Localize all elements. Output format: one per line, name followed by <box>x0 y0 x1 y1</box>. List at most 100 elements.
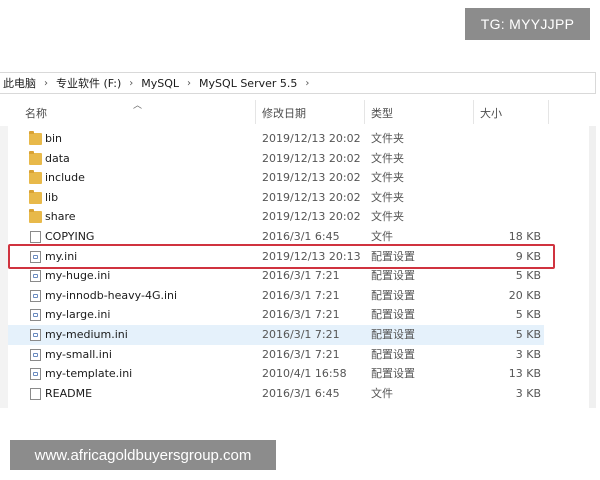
file-size: 3 KB <box>515 386 541 400</box>
column-divider[interactable] <box>364 100 365 124</box>
file-size: 13 KB <box>508 367 541 381</box>
file-row[interactable]: my-large.ini 2016/3/1 7:21 配置设置 5 KB <box>8 305 544 325</box>
file-date: 2010/4/1 16:58 <box>262 367 347 381</box>
file-type: 配置设置 <box>371 347 415 361</box>
file-icon <box>30 230 41 243</box>
ini-file-icon <box>30 270 41 283</box>
file-row[interactable]: my-small.ini 2016/3/1 7:21 配置设置 3 KB <box>8 345 544 365</box>
column-header-name[interactable]: 名称 <box>25 105 47 121</box>
file-name: my-template.ini <box>45 367 133 381</box>
file-type: 文件夹 <box>371 132 404 145</box>
breadcrumb-separator: › <box>44 77 48 89</box>
breadcrumb-this-pc[interactable]: 此电脑 <box>0 75 39 91</box>
file-row[interactable]: README 2016/3/1 6:45 文件 3 KB <box>8 384 544 404</box>
file-row[interactable]: COPYING 2016/3/1 6:45 文件 18 KB <box>8 227 544 247</box>
file-name: lib <box>45 190 59 204</box>
breadcrumb-separator: › <box>305 77 310 89</box>
file-date: 2016/3/1 7:21 <box>262 327 340 341</box>
file-size: 9 KB <box>515 249 541 263</box>
file-size: 3 KB <box>515 347 541 361</box>
file-size: 20 KB <box>508 288 541 302</box>
file-row[interactable]: my.ini 2019/12/13 20:13 配置设置 9 KB <box>8 247 544 267</box>
file-name: COPYING <box>45 229 95 243</box>
file-name: my-medium.ini <box>45 327 128 341</box>
file-size: 18 KB <box>508 229 541 243</box>
column-divider[interactable] <box>255 100 256 124</box>
file-type: 配置设置 <box>371 249 415 263</box>
file-name: my-innodb-heavy-4G.ini <box>45 288 178 302</box>
file-date: 2016/3/1 7:21 <box>262 288 340 302</box>
ini-file-icon <box>30 289 41 302</box>
file-date: 2019/12/13 20:02 <box>262 190 361 204</box>
file-type: 配置设置 <box>371 288 415 302</box>
file-row[interactable]: share 2019/12/13 20:02 文件夹 <box>8 207 544 227</box>
ini-file-icon <box>30 368 41 381</box>
file-name: my-large.ini <box>45 308 111 322</box>
file-row[interactable]: my-huge.ini 2016/3/1 7:21 配置设置 5 KB <box>8 266 544 286</box>
file-row[interactable]: lib 2019/12/13 20:02 文件夹 <box>8 188 544 208</box>
ini-file-icon <box>30 309 41 322</box>
file-name: README <box>45 386 93 400</box>
file-date: 2016/3/1 6:45 <box>262 386 340 400</box>
file-name: share <box>45 210 76 224</box>
file-date: 2016/3/1 7:21 <box>262 347 340 361</box>
file-size: 5 KB <box>515 327 541 341</box>
watermark-top: TG: MYYJJPP <box>465 8 590 40</box>
folder-icon <box>29 170 42 185</box>
file-name: bin <box>45 132 63 145</box>
file-date: 2019/12/13 20:02 <box>262 132 361 145</box>
file-row[interactable]: my-medium.ini 2016/3/1 7:21 配置设置 5 KB <box>8 324 544 345</box>
file-type: 文件夹 <box>371 151 404 165</box>
column-divider[interactable] <box>548 100 549 124</box>
folder-icon <box>29 150 42 165</box>
file-type: 文件 <box>371 229 393 243</box>
file-row[interactable]: data 2019/12/13 20:02 文件夹 <box>8 149 544 169</box>
file-type: 文件夹 <box>371 171 404 185</box>
file-icon <box>30 387 41 400</box>
file-name: data <box>45 151 70 165</box>
file-row[interactable]: bin 2019/12/13 20:02 文件夹 <box>8 129 544 149</box>
file-size: 5 KB <box>515 269 541 283</box>
ini-file-icon <box>30 250 41 263</box>
folder-icon <box>29 189 42 204</box>
breadcrumb-mysql[interactable]: MySQL <box>138 77 182 90</box>
vertical-scrollbar[interactable] <box>589 126 596 408</box>
ini-file-icon <box>30 328 41 341</box>
file-type: 文件夹 <box>371 190 404 204</box>
column-header-date[interactable]: 修改日期 <box>262 105 306 121</box>
column-header-size[interactable]: 大小 <box>480 105 502 121</box>
file-date: 2016/3/1 6:45 <box>262 229 340 243</box>
file-type: 配置设置 <box>371 327 415 341</box>
file-type: 配置设置 <box>371 308 415 322</box>
breadcrumb-separator: › <box>129 77 134 89</box>
file-type: 配置设置 <box>371 367 415 381</box>
file-type: 文件夹 <box>371 210 404 224</box>
file-date: 2019/12/13 20:13 <box>262 249 361 263</box>
file-name: my-small.ini <box>45 347 112 361</box>
file-row[interactable]: my-template.ini 2010/4/1 16:58 配置设置 13 KB <box>8 364 544 384</box>
file-explorer-window: 此电脑 › 专业软件 (F:) › MySQL › MySQL Server 5… <box>0 70 600 408</box>
file-name: my-huge.ini <box>45 269 111 283</box>
watermark-bottom: www.africagoldbuyersgroup.com <box>10 440 276 470</box>
file-date: 2016/3/1 7:21 <box>262 308 340 322</box>
file-list: bin 2019/12/13 20:02 文件夹 data 2019/12/13 20:… <box>8 129 544 403</box>
column-header-type[interactable]: 类型 <box>371 105 393 121</box>
breadcrumb-separator: › <box>187 77 192 89</box>
folder-icon <box>29 131 42 145</box>
file-type: 配置设置 <box>371 269 415 283</box>
breadcrumb-mysql-server[interactable]: MySQL Server 5.5 <box>196 77 300 90</box>
file-row[interactable]: my-innodb-heavy-4G.ini 2016/3/1 7:21 配置设置 2… <box>8 286 544 306</box>
folder-icon <box>29 209 42 224</box>
breadcrumb-drive-f[interactable]: 专业软件 (F:) <box>53 75 124 91</box>
navigation-pane-edge <box>0 126 8 408</box>
file-row[interactable]: include 2019/12/13 20:02 文件夹 <box>8 168 544 188</box>
sort-up-icon: ︿ <box>133 101 143 111</box>
file-date: 2019/12/13 20:02 <box>262 210 361 224</box>
breadcrumb[interactable]: 此电脑 › 专业软件 (F:) › MySQL › MySQL Server 5… <box>0 72 596 94</box>
file-size: 5 KB <box>515 308 541 322</box>
ini-file-icon <box>30 348 41 361</box>
file-type: 文件 <box>371 386 393 400</box>
file-name: include <box>45 171 85 185</box>
column-divider[interactable] <box>473 100 474 124</box>
file-date: 2019/12/13 20:02 <box>262 151 361 165</box>
